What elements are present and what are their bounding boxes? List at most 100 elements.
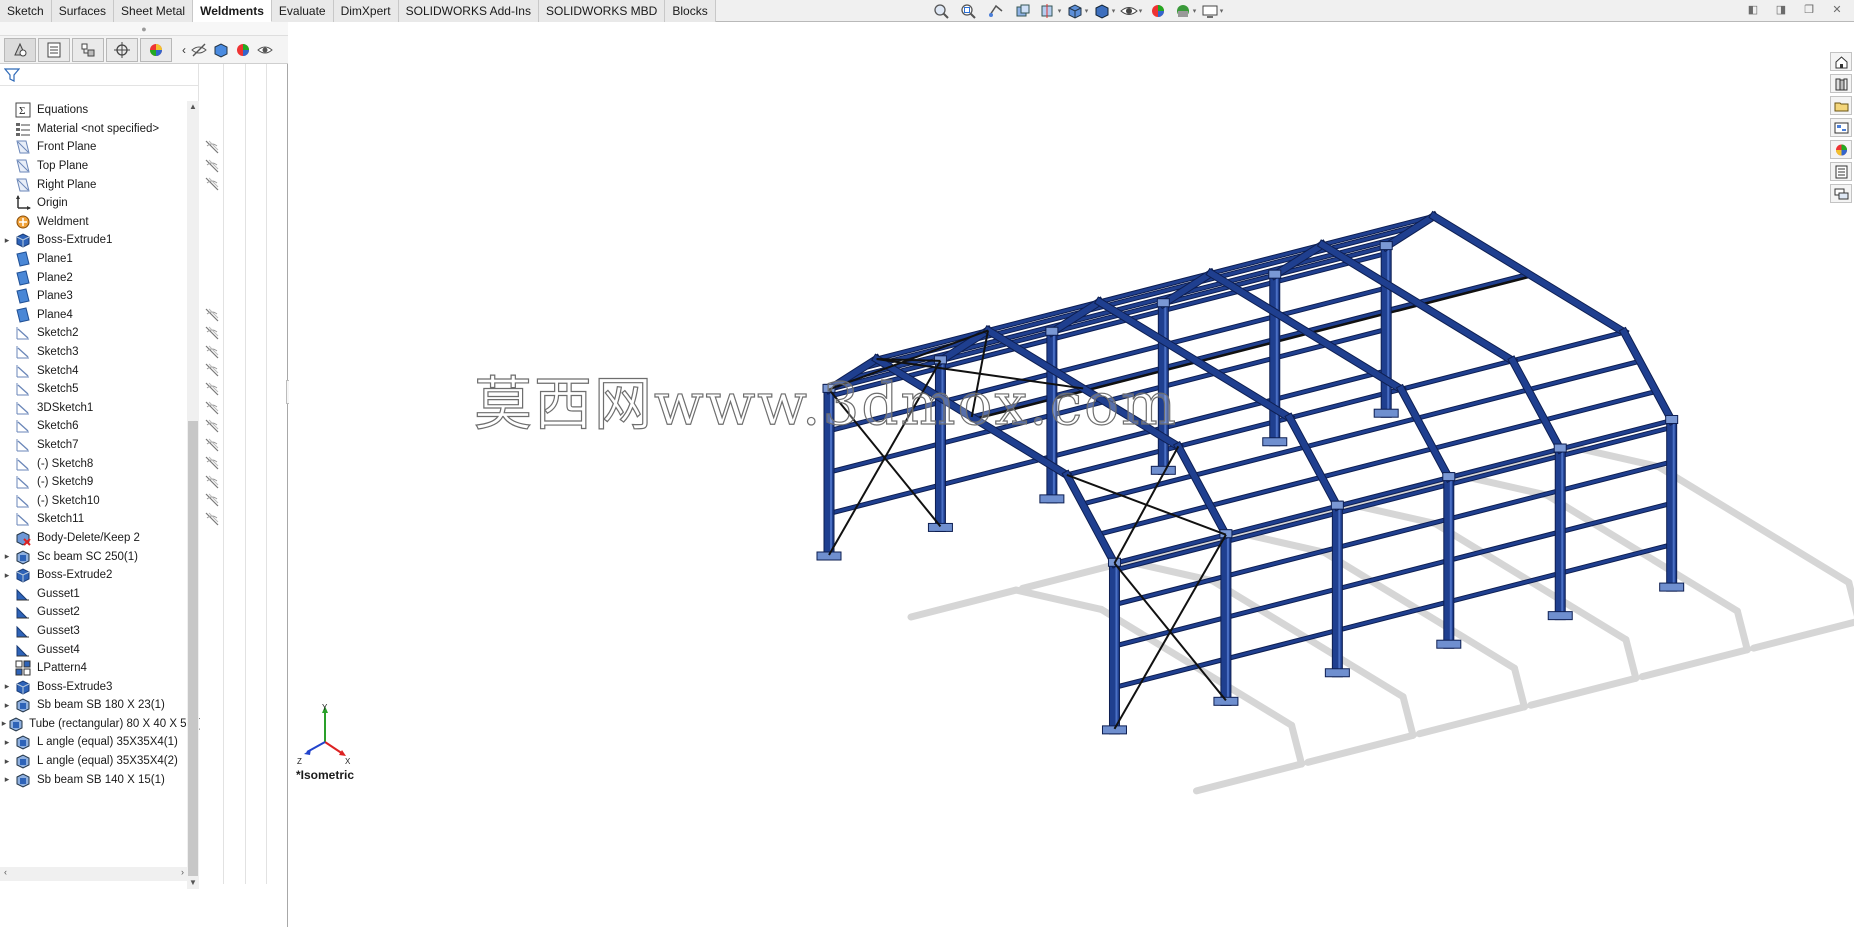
expand-arrow-icon[interactable]: ▸ bbox=[0, 570, 14, 581]
tree-item-3dsketch1[interactable]: 3DSketch1 bbox=[0, 399, 219, 418]
vertical-scrollbar[interactable]: ▲ ▼ bbox=[187, 101, 199, 889]
scroll-thumb[interactable] bbox=[188, 421, 198, 876]
tree-item-gusset4[interactable]: Gusset4 bbox=[0, 640, 200, 659]
tree-item-sketch7[interactable]: Sketch7 bbox=[0, 436, 219, 455]
displaymanager-icon[interactable] bbox=[140, 37, 172, 62]
hide-icon[interactable] bbox=[190, 41, 208, 59]
hidden-state-icon[interactable] bbox=[205, 475, 219, 489]
filter-icon[interactable] bbox=[4, 67, 20, 83]
tab-evaluate[interactable]: Evaluate bbox=[271, 0, 334, 22]
tree-filter[interactable] bbox=[0, 64, 198, 86]
dimxpertmanager-icon[interactable] bbox=[106, 37, 138, 62]
tree-item-l-angle-equal-35x35x4-2[interactable]: ▸ L angle (equal) 35X35X4(2) bbox=[0, 752, 200, 771]
forum-icon[interactable] bbox=[1830, 184, 1852, 203]
hidden-state-icon[interactable] bbox=[205, 512, 219, 526]
show-icon[interactable] bbox=[256, 41, 274, 59]
tree-item-sc-beam-sc-250-1[interactable]: ▸ Sc beam SC 250(1) bbox=[0, 547, 200, 566]
tree-item-boss-extrude1[interactable]: ▸ Boss-Extrude1 bbox=[0, 231, 200, 250]
tree-item-sketch6[interactable]: Sketch6 bbox=[0, 417, 219, 436]
tree-item-sketch4[interactable]: Sketch4 bbox=[0, 361, 219, 380]
view-settings-icon[interactable]: ▾ bbox=[1200, 2, 1224, 20]
steel-frame-model[interactable] bbox=[289, 22, 1854, 927]
tree-item-tube-rectangular-80-x-40-x-5-0[interactable]: ▸ Tube (rectangular) 80 X 40 X 5.0( bbox=[0, 715, 200, 734]
tree-item-plane1[interactable]: Plane1 bbox=[0, 250, 200, 269]
appearances-icon[interactable] bbox=[1830, 140, 1852, 159]
tree-item-sketch11[interactable]: Sketch11 bbox=[0, 510, 219, 529]
hidden-state-icon[interactable] bbox=[205, 438, 219, 452]
edit-appearance-icon[interactable] bbox=[1146, 2, 1170, 20]
tab-surfaces[interactable]: Surfaces bbox=[51, 0, 115, 22]
apply-scene-icon[interactable]: ▾ bbox=[1173, 2, 1197, 20]
hidden-state-icon[interactable] bbox=[205, 177, 219, 191]
hidden-state-icon[interactable] bbox=[205, 159, 219, 173]
tree-item-sb-beam-sb-140-x-15-1[interactable]: ▸ Sb beam SB 140 X 15(1) bbox=[0, 770, 200, 789]
panel-grip[interactable]: ● bbox=[0, 22, 288, 36]
propertymanager-icon[interactable] bbox=[38, 37, 70, 62]
tree-item-material-not-specified[interactable]: Material <not specified> bbox=[0, 120, 200, 139]
tree-item-plane4[interactable]: Plane4 bbox=[0, 306, 219, 325]
custom-properties-icon[interactable] bbox=[1830, 162, 1852, 181]
hidden-state-icon[interactable] bbox=[205, 326, 219, 340]
tree-item-plane3[interactable]: Plane3 bbox=[0, 287, 200, 306]
tree-item-sketch9[interactable]: (-) Sketch9 bbox=[0, 473, 219, 492]
scroll-up-icon[interactable]: ▲ bbox=[187, 101, 199, 113]
tree-item-origin[interactable]: Origin bbox=[0, 194, 200, 213]
tree-item-weldment[interactable]: Weldment bbox=[0, 213, 200, 232]
appearance-icon[interactable] bbox=[234, 41, 252, 59]
expand-arrow-icon[interactable]: ▸ bbox=[0, 774, 14, 785]
expand-arrow-icon[interactable]: ▸ bbox=[0, 718, 8, 729]
zoom-to-fit-icon[interactable] bbox=[930, 2, 954, 20]
tab-sketch[interactable]: Sketch bbox=[0, 0, 52, 22]
expand-arrow-icon[interactable]: ▸ bbox=[0, 737, 14, 748]
hidden-state-icon[interactable] bbox=[205, 140, 219, 154]
horizontal-scrollbar[interactable]: ‹ › bbox=[0, 867, 188, 881]
tree-item-sb-beam-sb-180-x-23-1[interactable]: ▸ Sb beam SB 180 X 23(1) bbox=[0, 696, 200, 715]
hidden-state-icon[interactable] bbox=[205, 493, 219, 507]
hidden-state-icon[interactable] bbox=[205, 401, 219, 415]
tree-item-l-angle-equal-35x35x4-1[interactable]: ▸ L angle (equal) 35X35X4(1) bbox=[0, 733, 200, 752]
hidden-state-icon[interactable] bbox=[205, 345, 219, 359]
restore-left-icon[interactable]: ◧ bbox=[1746, 3, 1760, 17]
tree-item-gusset1[interactable]: Gusset1 bbox=[0, 584, 200, 603]
hide-show-items-icon[interactable]: ▾ bbox=[1119, 2, 1143, 20]
tab-blocks[interactable]: Blocks bbox=[665, 0, 716, 22]
solidworks-resources-icon[interactable] bbox=[1830, 52, 1852, 71]
configurationmanager-icon[interactable] bbox=[72, 37, 104, 62]
tree-item-sketch3[interactable]: Sketch3 bbox=[0, 343, 219, 362]
restore-right-icon[interactable]: ◨ bbox=[1774, 3, 1788, 17]
tree-item-equations[interactable]: Σ Equations bbox=[0, 101, 200, 120]
tree-item-sketch10[interactable]: (-) Sketch10 bbox=[0, 491, 219, 510]
tree-item-boss-extrude3[interactable]: ▸ Boss-Extrude3 bbox=[0, 677, 200, 696]
expand-arrow-icon[interactable]: ▸ bbox=[0, 235, 14, 246]
tree-item-sketch5[interactable]: Sketch5 bbox=[0, 380, 219, 399]
close-icon[interactable]: ✕ bbox=[1830, 3, 1844, 17]
scroll-down-icon[interactable]: ▼ bbox=[187, 877, 199, 889]
tree-item-boss-extrude2[interactable]: ▸ Boss-Extrude2 bbox=[0, 566, 200, 585]
tree-item-sketch2[interactable]: Sketch2 bbox=[0, 324, 219, 343]
hidden-state-icon[interactable] bbox=[205, 419, 219, 433]
graphics-area[interactable]: 莫西网www.3dmox.com Y X Z *Isometric bbox=[289, 22, 1854, 927]
hidden-state-icon[interactable] bbox=[205, 382, 219, 396]
zoom-to-area-icon[interactable] bbox=[957, 2, 981, 20]
previous-view-icon[interactable] bbox=[984, 2, 1008, 20]
tab-solidworks-mbd[interactable]: SOLIDWORKS MBD bbox=[538, 0, 666, 22]
tab-dimxpert[interactable]: DimXpert bbox=[333, 0, 399, 22]
tree-item-gusset3[interactable]: Gusset3 bbox=[0, 622, 200, 641]
featuremanager-icon[interactable] bbox=[4, 37, 36, 62]
expand-arrow-icon[interactable]: ▸ bbox=[0, 700, 14, 711]
tab-solidworks-add-ins[interactable]: SOLIDWORKS Add-Ins bbox=[398, 0, 539, 22]
tree-item-right-plane[interactable]: Right Plane bbox=[0, 175, 219, 194]
design-library-icon[interactable] bbox=[1830, 74, 1852, 93]
display-style-icon[interactable]: ▾ bbox=[1092, 2, 1116, 20]
tab-sheet-metal[interactable]: Sheet Metal bbox=[114, 0, 194, 22]
tab-weldments[interactable]: Weldments bbox=[193, 0, 272, 22]
view-orientation-icon[interactable]: ▾ bbox=[1065, 2, 1089, 20]
hidden-state-icon[interactable] bbox=[205, 456, 219, 470]
tree-item-gusset2[interactable]: Gusset2 bbox=[0, 603, 200, 622]
expand-arrow-icon[interactable]: ▸ bbox=[0, 551, 14, 562]
tree-item-front-plane[interactable]: Front Plane bbox=[0, 138, 219, 157]
part-icon[interactable] bbox=[212, 41, 230, 59]
view-palette-icon[interactable] bbox=[1830, 118, 1852, 137]
scroll-left-icon[interactable]: ‹ bbox=[4, 867, 7, 877]
tree-item-sketch8[interactable]: (-) Sketch8 bbox=[0, 454, 219, 473]
